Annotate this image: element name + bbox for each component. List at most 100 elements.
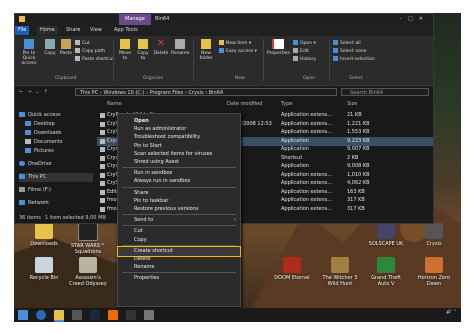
search-input[interactable]: Search Bin64	[341, 88, 429, 96]
screen: Downloads STAR WARS™ Squadrons Recycle B…	[14, 13, 461, 322]
file-icon	[100, 130, 105, 135]
desktop-icon-witcher-3[interactable]: The Witcher 3 Wild Hunt	[320, 257, 360, 287]
desktop-icon-assassins-creed[interactable]: Assassin's Creed Odyssey	[68, 257, 108, 287]
start-windows-icon[interactable]	[18, 310, 28, 320]
column-header-date[interactable]: Date modified	[227, 101, 262, 107]
new-folder-button[interactable]: New folder	[197, 39, 215, 61]
file-icon	[100, 206, 105, 212]
epic-games-icon[interactable]	[126, 310, 136, 320]
file-explorer-taskbar-icon[interactable]	[54, 310, 64, 322]
window-controls[interactable]: –□✕	[400, 14, 429, 25]
file-icon	[100, 189, 105, 195]
file-icon	[100, 113, 105, 118]
tab-app-tools[interactable]: App Tools	[111, 26, 141, 35]
nav-this-pc[interactable]: This PC	[19, 173, 93, 182]
column-header-type[interactable]: Type	[281, 101, 292, 107]
menu-separator	[122, 225, 236, 227]
menu-item-label: Restore previous versions	[134, 206, 199, 212]
copy-button[interactable]: Copy	[43, 39, 57, 56]
copy-icon	[45, 39, 55, 49]
properties-button[interactable]: Properties	[267, 39, 290, 56]
nav-filme-drive[interactable]: Filme (F:)	[19, 186, 51, 195]
menu-separator	[122, 167, 236, 169]
desktop-icon-gta-v[interactable]: Grand Theft Auto V	[366, 257, 406, 287]
column-header-size[interactable]: Size	[347, 101, 357, 107]
nav-desktop[interactable]: Desktop	[25, 120, 55, 129]
history-icon	[293, 56, 298, 61]
select-none-button[interactable]: Select none	[333, 48, 367, 55]
menu-item[interactable]: Restore previous versions	[118, 205, 240, 214]
menu-item[interactable]: Copy	[118, 236, 240, 245]
nav-network[interactable]: Network	[19, 199, 49, 208]
edge-icon[interactable]	[36, 310, 46, 320]
copy-path-button[interactable]: Copy path	[75, 48, 105, 55]
file-icon	[100, 181, 105, 186]
group-divider	[193, 39, 194, 81]
nav-pictures[interactable]: Pictures	[25, 147, 54, 156]
desktop-icon-horizon-zero-dawn[interactable]: Horizon Zero Dawn	[414, 257, 454, 287]
address-bar[interactable]: This PC › Windows 10 (C:) › Program File…	[75, 88, 337, 96]
history-button[interactable]: History	[293, 56, 316, 63]
menu-item-label: Copy	[134, 236, 147, 243]
new-group-label: New	[235, 76, 245, 81]
menu-separator	[122, 186, 236, 188]
store-icon[interactable]	[72, 310, 82, 320]
paste-button[interactable]: Paste	[59, 39, 73, 56]
pin-quick-access-button[interactable]: Pin to Quick access	[17, 39, 41, 66]
tab-file[interactable]: File	[15, 26, 30, 35]
manage-tab[interactable]: Manage	[119, 14, 151, 25]
desktop-icon-label: The Witcher 3 Wild Hunt	[322, 275, 358, 287]
copy-path-icon	[75, 48, 80, 53]
file-icon	[100, 198, 105, 203]
menu-item[interactable]: Send to ›	[118, 216, 240, 225]
column-header-name[interactable]: Name	[107, 101, 122, 107]
nav-downloads[interactable]: Downloads	[25, 129, 61, 138]
ribbon-tabs: File Home Share View App Tools	[15, 25, 433, 36]
desktop-icon-doom-eternal[interactable]: DOOM Eternal	[272, 257, 312, 281]
tab-home[interactable]: Home	[37, 26, 58, 35]
menu-item[interactable]: Properties	[118, 274, 240, 283]
paste-shortcut-button[interactable]: Paste shortcut	[75, 56, 114, 63]
navigation-pane: Quick access Desktop Downloads Documents…	[15, 99, 97, 213]
computer-icon	[19, 174, 25, 179]
edit-icon	[293, 48, 298, 53]
desktop-icon	[25, 121, 31, 126]
easy-access-button[interactable]: Easy access ▾	[219, 48, 257, 55]
origin-icon[interactable]	[108, 310, 118, 320]
tab-share[interactable]: Share	[63, 26, 83, 35]
edit-button[interactable]: Edit	[293, 48, 309, 55]
select-all-button[interactable]: Select all	[333, 40, 361, 47]
nav-arrows[interactable]: ←→⌄↑	[19, 87, 52, 97]
rename-button[interactable]: Rename	[171, 39, 189, 56]
tab-view[interactable]: View	[87, 26, 105, 35]
open-button[interactable]: Open ▾	[293, 40, 316, 47]
desktop-icon-solscape[interactable]: SOLSCAPE UK	[366, 223, 406, 247]
nav-onedrive[interactable]: OneDrive	[19, 160, 52, 169]
system-tray[interactable]: 🔊 ⌃	[446, 310, 457, 316]
cut-button[interactable]: Cut	[75, 40, 90, 47]
desktop-icon-recycle-bin[interactable]: Recycle Bin	[24, 257, 64, 281]
nav-quick-access[interactable]: Quick access	[19, 111, 61, 120]
menu-item[interactable]: Shred using Avast	[118, 158, 240, 167]
clipboard-group-label: Clipboard	[55, 76, 77, 81]
star-icon	[19, 112, 25, 117]
scissors-icon	[75, 40, 80, 45]
easy-access-icon	[219, 48, 224, 53]
desktop-icon-crysis[interactable]: Crysis	[414, 223, 454, 247]
menu-item[interactable]: Always run in sandbox	[118, 177, 240, 186]
nav-documents[interactable]: Documents	[25, 138, 63, 147]
desktop-icon-star-wars[interactable]: STAR WARS™ Squadrons	[68, 223, 108, 255]
file-icon	[100, 155, 105, 161]
desktop-icon-downloads[interactable]: Downloads	[24, 223, 64, 247]
new-item-button[interactable]: New item ▾	[219, 40, 251, 47]
menu-item-label: Always run in sandbox	[134, 178, 191, 185]
copy-to-button[interactable]: Copy to	[135, 39, 151, 61]
download-icon	[25, 130, 31, 135]
menu-item[interactable]: Rename	[118, 263, 240, 272]
delete-button[interactable]: ✕ Delete	[153, 39, 169, 57]
settings-gear-icon[interactable]	[144, 310, 154, 320]
group-divider	[263, 39, 264, 81]
invert-selection-button[interactable]: Invert selection	[333, 56, 375, 63]
move-to-button[interactable]: Move to	[117, 39, 133, 61]
steam-icon[interactable]	[90, 310, 100, 320]
